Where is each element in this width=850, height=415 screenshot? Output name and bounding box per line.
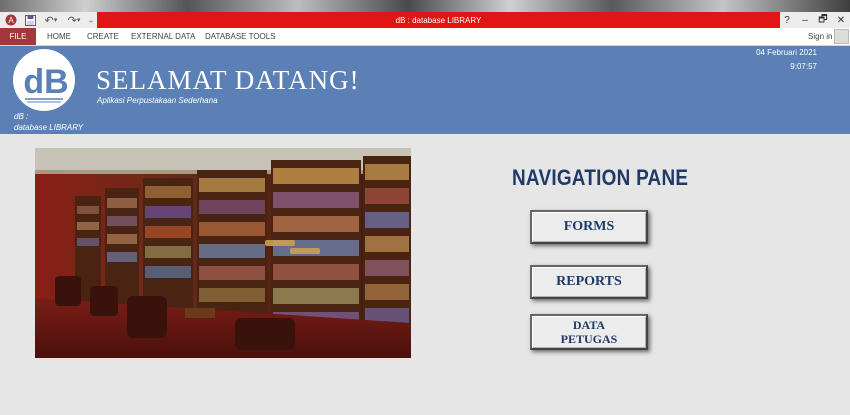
access-app-icon[interactable]: A bbox=[2, 12, 20, 28]
undo-icon[interactable]: ↶ ▾ bbox=[40, 12, 62, 28]
desktop-strip bbox=[0, 0, 850, 12]
data-petugas-label-line2: PETUGAS bbox=[560, 332, 618, 346]
reports-button-label: REPORTS bbox=[556, 274, 622, 289]
save-icon[interactable] bbox=[22, 12, 38, 28]
db-label-line2: database LIBRARY bbox=[14, 123, 84, 132]
restore-button[interactable]: 🗗 bbox=[814, 12, 832, 28]
tab-home[interactable]: HOME bbox=[47, 28, 71, 45]
tab-create[interactable]: CREATE bbox=[87, 28, 119, 45]
library-photo bbox=[35, 148, 411, 358]
logo-text: dB bbox=[23, 63, 68, 101]
customize-toolbar-icon[interactable]: ₌ bbox=[86, 12, 96, 28]
navigation-pane-title: NAVIGATION PANE bbox=[512, 165, 689, 190]
tab-file[interactable]: FILE bbox=[0, 28, 36, 45]
app-logo: dB bbox=[13, 49, 75, 111]
reports-button[interactable]: REPORTS bbox=[530, 265, 648, 299]
data-petugas-label-line1: DATA bbox=[572, 318, 606, 332]
redo-icon[interactable]: ↷ ▾ bbox=[63, 12, 85, 28]
form-header: dB dB : database LIBRARY SELAMAT DATANG!… bbox=[0, 46, 850, 134]
ribbon-tabs: FILE HOME CREATE EXTERNAL DATA DATABASE … bbox=[0, 28, 850, 46]
forms-button-label: FORMS bbox=[563, 219, 615, 234]
current-time: 9:07:57 bbox=[790, 62, 817, 71]
svg-text:A: A bbox=[8, 16, 14, 25]
help-button[interactable]: ? bbox=[778, 12, 796, 28]
tab-database-tools[interactable]: DATABASE TOOLS bbox=[205, 28, 276, 45]
welcome-title: SELAMAT DATANG! bbox=[96, 65, 360, 95]
app-subtitle: Aplikasi Perpustakaan Sederhana bbox=[97, 96, 218, 105]
sign-in-link[interactable]: Sign in bbox=[808, 28, 832, 45]
window-title: dB : database LIBRARY bbox=[97, 12, 780, 28]
forms-button[interactable]: FORMS bbox=[530, 210, 648, 244]
current-date: 04 Februari 2021 bbox=[756, 48, 817, 57]
close-button[interactable]: ✕ bbox=[832, 12, 850, 28]
minimize-button[interactable]: – bbox=[796, 12, 814, 28]
tab-external-data[interactable]: EXTERNAL DATA bbox=[131, 28, 195, 45]
db-label-line1: dB : bbox=[14, 112, 29, 121]
data-petugas-button[interactable]: DATA PETUGAS bbox=[530, 314, 648, 350]
avatar[interactable] bbox=[834, 29, 849, 44]
title-bar: A ↶ ▾ ↷ ▾ ₌ dB : database LIBRARY ? – 🗗 ✕ bbox=[0, 12, 850, 28]
